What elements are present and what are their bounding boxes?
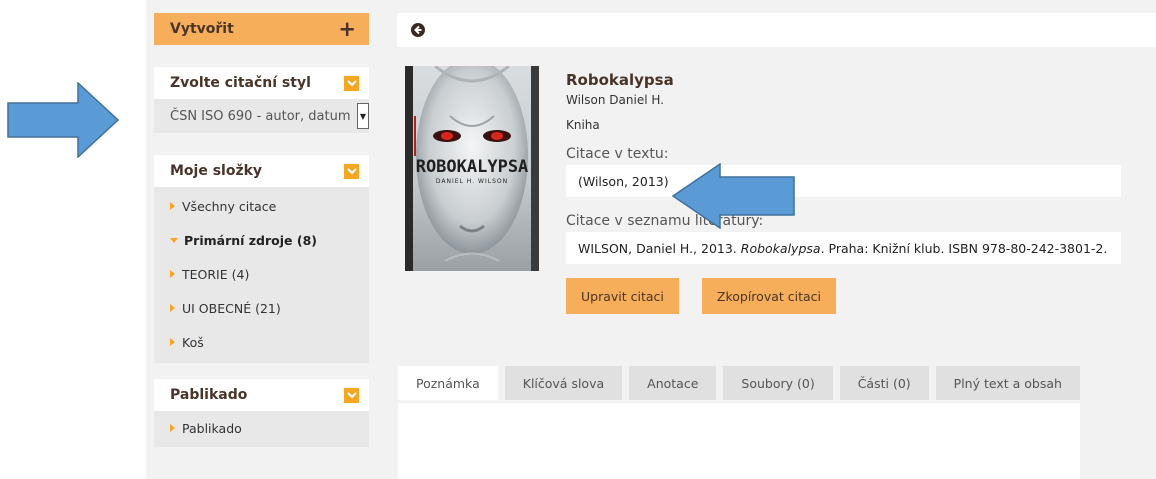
citation-style-box: Zvolte citační styl ČSN ISO 690 - autor,… bbox=[154, 67, 369, 133]
tab-parts[interactable]: Části (0) bbox=[839, 366, 929, 400]
folder-label: Všechny citace bbox=[182, 198, 277, 214]
tab-fulltext[interactable]: Plný text a obsah bbox=[935, 366, 1080, 400]
book-details: Robokalypsa Wilson Daniel H. Kniha Citac… bbox=[566, 71, 1121, 314]
copy-citation-button[interactable]: Zkopírovat citaci bbox=[701, 278, 836, 314]
pablikado-header: Pablikado bbox=[154, 379, 369, 411]
main-content: ROBOKALYPSA DANIEL H. WILSON Robokalypsa… bbox=[397, 13, 1156, 479]
folder-item-teorie[interactable]: TEORIE (4) bbox=[154, 257, 369, 291]
folder-item-all[interactable]: Všechny citace bbox=[154, 189, 369, 223]
annotation-arrow-left bbox=[7, 82, 119, 158]
triangle-right-icon bbox=[170, 338, 175, 346]
triangle-right-icon bbox=[170, 304, 175, 312]
folder-item-primary[interactable]: Primární zdroje (8) bbox=[154, 223, 369, 257]
app-window: Vytvořit + Zvolte citační styl ČSN ISO 6… bbox=[146, 0, 1156, 479]
pablikado-item[interactable]: Pablikado bbox=[154, 411, 369, 445]
folder-label: TEORIE (4) bbox=[182, 266, 250, 282]
folders-title: Moje složky bbox=[170, 163, 263, 179]
book-cover-image: ROBOKALYPSA DANIEL H. WILSON bbox=[405, 66, 539, 271]
cover-title: ROBOKALYPSA bbox=[416, 157, 529, 177]
bibliography-citation-label: Citace v seznamu literatury: bbox=[566, 213, 764, 229]
folder-label: UI OBECNÉ (21) bbox=[182, 300, 281, 316]
pablikado-box: Pablikado Pablikado bbox=[154, 379, 369, 447]
folder-label: Primární zdroje (8) bbox=[184, 232, 317, 248]
folder-label: Koš bbox=[182, 334, 204, 350]
tab-panel-note[interactable] bbox=[398, 403, 1080, 479]
pablikado-title: Pablikado bbox=[170, 387, 248, 403]
bibliography-citation-field[interactable]: WILSON, Daniel H., 2013. Robokalypsa. Pr… bbox=[566, 232, 1121, 264]
plus-icon: + bbox=[338, 16, 356, 41]
folders-box: Moje složky Všechny citace Primární zdro… bbox=[154, 155, 369, 363]
bib-title: Robokalypsa bbox=[740, 240, 821, 256]
create-button[interactable]: Vytvořit + bbox=[154, 13, 369, 45]
triangle-right-icon bbox=[170, 424, 175, 432]
annotation-arrow-citation bbox=[672, 163, 795, 229]
sidebar: Vytvořit + Zvolte citační styl ČSN ISO 6… bbox=[154, 13, 369, 447]
citation-style-value: ČSN ISO 690 - autor, datum bbox=[170, 108, 351, 124]
in-text-citation-value: (Wilson, 2013) bbox=[578, 173, 669, 189]
back-arrow-icon[interactable] bbox=[411, 23, 425, 37]
detail-tabs: Poznámka Klíčová slova Anotace Soubory (… bbox=[398, 366, 1087, 400]
chevron-down-icon[interactable] bbox=[344, 163, 359, 179]
folder-list: Všechny citace Primární zdroje (8) TEORI… bbox=[154, 187, 369, 363]
action-buttons: Upravit citaci Zkopírovat citaci bbox=[566, 278, 1121, 314]
folder-item-ui-obecne[interactable]: UI OBECNÉ (21) bbox=[154, 291, 369, 325]
chevron-down-icon[interactable] bbox=[344, 387, 359, 403]
tab-files[interactable]: Soubory (0) bbox=[723, 366, 833, 400]
in-text-citation-field[interactable]: (Wilson, 2013) bbox=[566, 165, 1121, 197]
chevron-down-icon[interactable] bbox=[344, 75, 359, 91]
triangle-right-icon bbox=[170, 270, 175, 278]
bibliography-citation-text: WILSON, Daniel H., 2013. Robokalypsa. Pr… bbox=[578, 241, 1107, 256]
folders-header: Moje složky bbox=[154, 155, 369, 187]
folder-item-trash[interactable]: Koš bbox=[154, 325, 369, 359]
triangle-right-icon bbox=[170, 202, 175, 210]
in-text-citation-label: Citace v textu: bbox=[566, 146, 669, 162]
book-author: Wilson Daniel H. bbox=[566, 93, 664, 107]
citation-style-select[interactable]: ČSN ISO 690 - autor, datum ▼ bbox=[154, 99, 369, 133]
bib-suffix: . Praha: Knižní klub. ISBN 978-80-242-38… bbox=[820, 240, 1108, 256]
citation-style-title: Zvolte citační styl bbox=[170, 75, 311, 91]
cover-author: DANIEL H. WILSON bbox=[436, 178, 508, 185]
pablikado-item-label: Pablikado bbox=[182, 420, 242, 436]
edit-citation-button[interactable]: Upravit citaci bbox=[566, 278, 679, 314]
tab-keywords[interactable]: Klíčová slova bbox=[504, 366, 623, 400]
create-label: Vytvořit bbox=[170, 21, 234, 37]
top-bar bbox=[397, 13, 1156, 47]
book-title: Robokalypsa bbox=[566, 71, 674, 89]
tab-annotation[interactable]: Anotace bbox=[629, 366, 717, 400]
triangle-down-icon bbox=[170, 237, 178, 243]
select-arrow-icon[interactable]: ▼ bbox=[357, 103, 369, 129]
book-type: Kniha bbox=[566, 118, 600, 132]
pablikado-list: Pablikado bbox=[154, 411, 369, 447]
bib-prefix: WILSON, Daniel H., 2013. bbox=[578, 240, 741, 256]
citation-style-header: Zvolte citační styl bbox=[154, 67, 369, 99]
tab-note[interactable]: Poznámka bbox=[398, 366, 498, 400]
